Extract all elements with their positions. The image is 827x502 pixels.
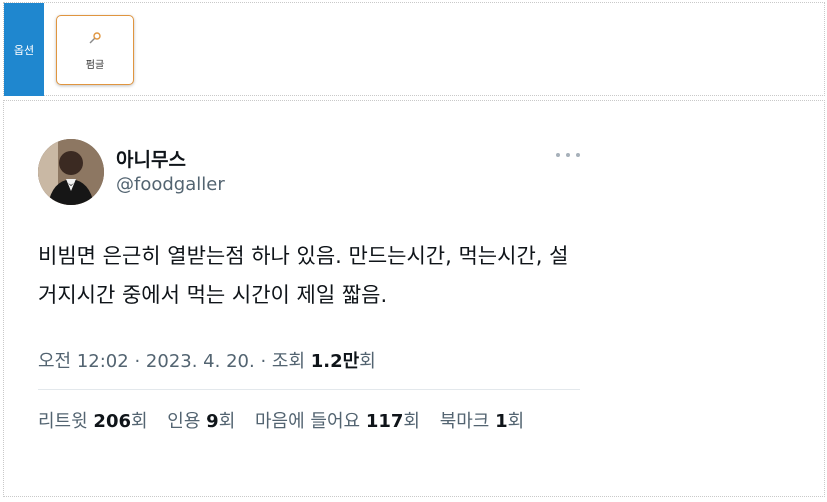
option-toolbar: 옵션 펌글 bbox=[3, 2, 825, 96]
stat-label: 마음에 들어요 bbox=[254, 411, 361, 432]
meta-separator: · bbox=[134, 351, 141, 372]
quote-stat[interactable]: 인용 9회 bbox=[167, 411, 235, 432]
like-stat[interactable]: 마음에 들어요 117회 bbox=[255, 411, 420, 432]
stat-value: 1 bbox=[495, 411, 508, 432]
views-label: 조회 bbox=[271, 351, 306, 372]
retweet-stat[interactable]: 리트윗 206회 bbox=[38, 411, 148, 432]
views-suffix: 회 bbox=[359, 351, 376, 372]
user-handle[interactable]: @foodgaller bbox=[116, 174, 225, 195]
stat-label: 북마크 bbox=[439, 411, 490, 432]
stat-label: 리트윗 bbox=[38, 411, 88, 432]
avatar[interactable] bbox=[38, 139, 104, 205]
tweet-text: 비빔면 은근히 열받는점 하나 있음. 만드는시간, 먹는시간, 설거지시간 중… bbox=[38, 244, 569, 307]
more-dots-icon[interactable] bbox=[556, 149, 580, 161]
more-dot bbox=[556, 153, 560, 157]
avatar-image bbox=[38, 139, 104, 205]
more-dot bbox=[576, 153, 580, 157]
divider bbox=[38, 389, 580, 390]
scrap-button-label: 펌글 bbox=[85, 59, 105, 71]
stat-suffix: 회 bbox=[403, 411, 420, 432]
display-name[interactable]: 아니무스 bbox=[116, 145, 186, 172]
options-tab-label: 옵션 bbox=[13, 43, 35, 57]
engagement-stats: 리트윗 206회 인용 9회 마음에 들어요 117회 북마크 1회 bbox=[38, 407, 538, 433]
options-tab[interactable]: 옵션 bbox=[4, 3, 44, 96]
more-dot bbox=[566, 153, 570, 157]
tweet-date[interactable]: 2023. 4. 20. bbox=[146, 351, 255, 372]
stat-suffix: 회 bbox=[507, 411, 525, 432]
meta-separator: · bbox=[260, 351, 267, 372]
stat-value: 117 bbox=[365, 411, 404, 432]
tweet-time[interactable]: 오전 12:02 bbox=[38, 351, 129, 372]
stat-value: 9 bbox=[206, 411, 219, 432]
stat-label: 인용 bbox=[167, 411, 201, 432]
scrap-button[interactable]: 펌글 bbox=[56, 15, 134, 85]
stat-suffix: 회 bbox=[131, 411, 148, 432]
pin-icon bbox=[89, 31, 101, 43]
tweet-card: 아니무스 @foodgaller 비빔면 은근히 열받는점 하나 있음. 만드는… bbox=[3, 100, 825, 497]
stat-value: 206 bbox=[93, 411, 131, 432]
tweet-meta: 오전 12:02 · 2023. 4. 20. · 조회 1.2만회 bbox=[38, 347, 376, 373]
stat-suffix: 회 bbox=[218, 411, 236, 432]
views-value: 1.2만 bbox=[310, 351, 360, 372]
bookmark-stat[interactable]: 북마크 1회 bbox=[440, 411, 525, 432]
